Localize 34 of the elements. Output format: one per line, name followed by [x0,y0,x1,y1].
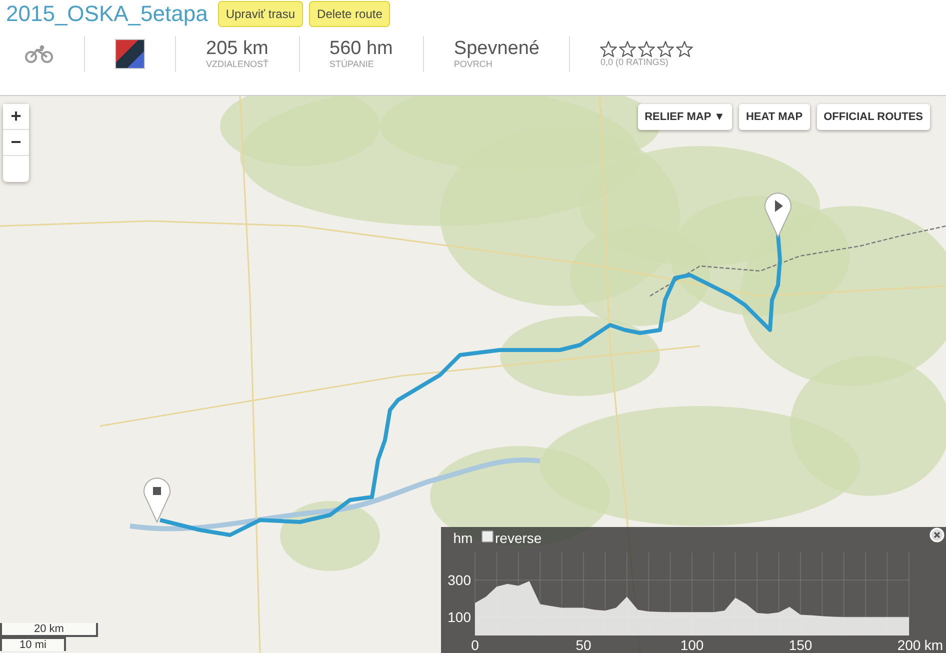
finish-marker-icon [764,192,792,238]
zoom-button[interactable]: + [3,104,29,130]
stat-label: VZDIALENOSŤ [206,59,269,69]
axis-tick-label: 300 [448,572,471,588]
axis-title: km [924,637,943,653]
map-layer-button[interactable]: RELIEF MAP ▼ [638,104,732,130]
zoom-button[interactable]: − [3,130,29,156]
axis-tick-label: 150 [788,637,812,653]
rating-text: 0,0 (0 RATINGS) [600,57,670,67]
axis-title: hm [453,530,473,546]
stat-value: Spevnené [454,39,540,59]
start-marker-icon [144,478,170,522]
axis-tick-label: 100 [448,609,471,626]
axis-tick-label: 100 [680,637,704,653]
stat-label: POVRCH [454,59,494,69]
reverse-checkbox[interactable] [482,530,494,542]
stat-value: 560 hm [330,39,393,59]
scale-bar: 20 km [0,623,98,637]
scale-bar: 10 mi [0,637,66,651]
photo-placeholder[interactable] [115,39,145,69]
stat-label: STÚPANIE [330,59,375,69]
reverse-label: reverse [495,530,542,546]
bicycle-icon [24,45,54,63]
close-icon[interactable] [930,528,944,542]
route-action-button[interactable]: Delete route [309,0,390,26]
axis-tick-label: 200 [897,637,921,653]
stat-value: 205 km [206,39,269,59]
route-action-button[interactable]: Upraviť trasu [218,0,304,26]
map-layer-button[interactable]: OFFICIAL ROUTES [816,104,930,130]
axis-tick-label: 0 [471,637,479,653]
axis-tick-label: 50 [576,637,592,653]
map-layer-button[interactable]: HEAT MAP [738,104,810,130]
route-title: 2015_OSKA_5etapa [6,0,208,26]
rating-stars[interactable] [600,41,694,57]
